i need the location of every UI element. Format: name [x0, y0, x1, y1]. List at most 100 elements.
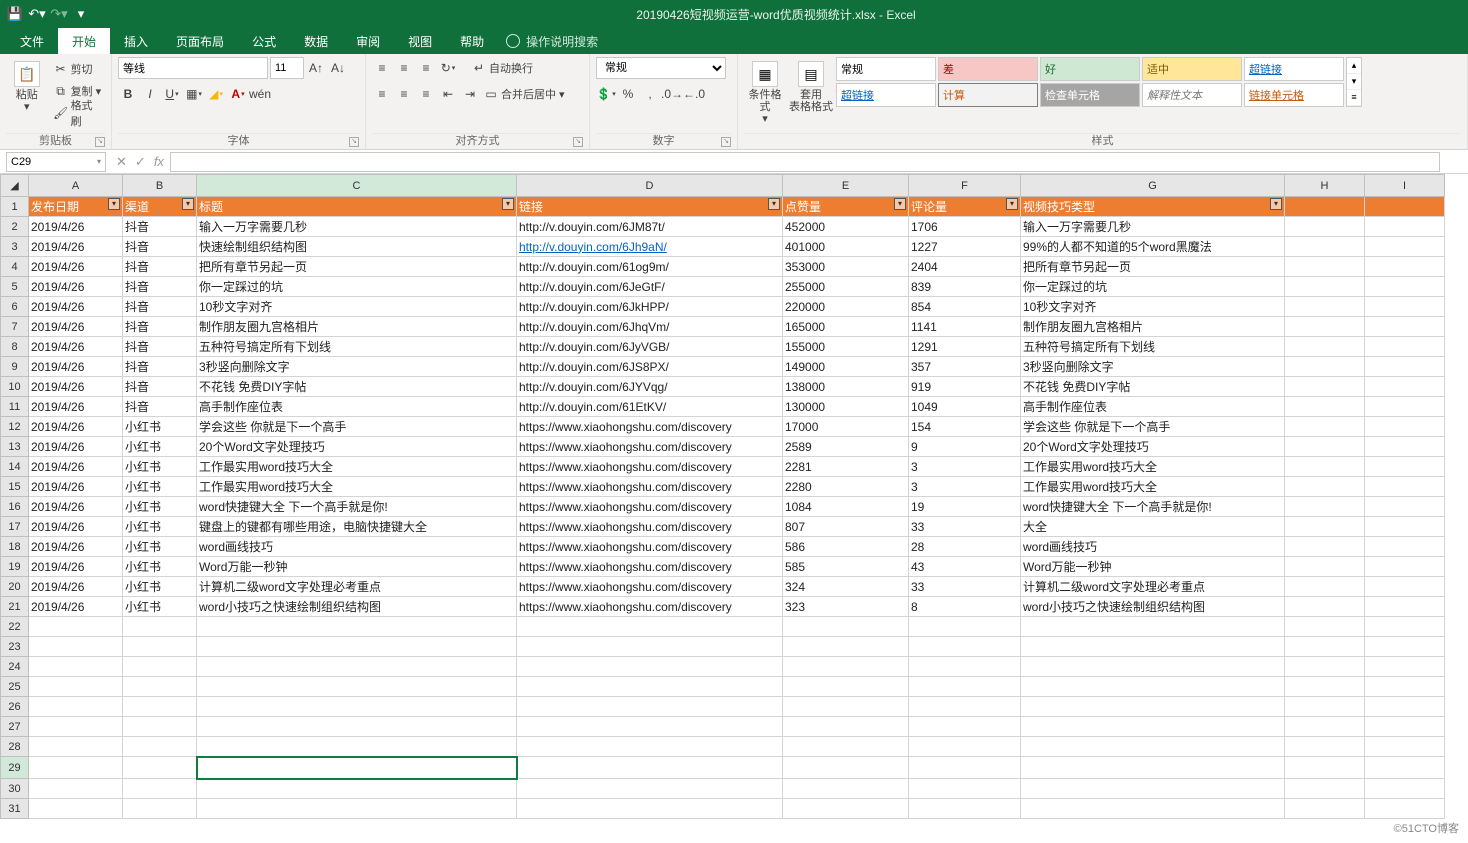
accounting-format-icon[interactable]: 💲	[596, 84, 616, 104]
empty-cell[interactable]	[29, 677, 123, 697]
empty-cell[interactable]	[1285, 677, 1365, 697]
data-cell[interactable]: 155000	[783, 337, 909, 357]
empty-cell[interactable]	[909, 779, 1021, 799]
row-header-13[interactable]: 13	[1, 437, 29, 457]
data-cell[interactable]: 计算机二级word文字处理必考重点	[197, 577, 517, 597]
data-cell[interactable]: 工作最实用word技巧大全	[1021, 477, 1285, 497]
filter-icon[interactable]: ▾	[502, 198, 514, 210]
style-hyperlink[interactable]: 超链接	[836, 83, 936, 107]
data-cell[interactable]: 1706	[909, 217, 1021, 237]
data-cell[interactable]	[1365, 317, 1445, 337]
empty-cell[interactable]	[29, 779, 123, 799]
data-cell[interactable]: 2019/4/26	[29, 457, 123, 477]
empty-cell[interactable]	[517, 617, 783, 637]
row-header-10[interactable]: 10	[1, 377, 29, 397]
row-header-24[interactable]: 24	[1, 657, 29, 677]
style-explanatory[interactable]: 解释性文本	[1142, 83, 1242, 107]
empty-cell[interactable]	[197, 677, 517, 697]
data-cell[interactable]	[1285, 517, 1365, 537]
data-cell[interactable]: Word万能一秒钟	[197, 557, 517, 577]
data-cell[interactable]: 353000	[783, 257, 909, 277]
data-cell[interactable]	[1365, 437, 1445, 457]
data-cell[interactable]: 高手制作座位表	[1021, 397, 1285, 417]
row-header-22[interactable]: 22	[1, 617, 29, 637]
row-header-28[interactable]: 28	[1, 737, 29, 757]
font-name-select[interactable]	[118, 57, 268, 79]
empty-cell[interactable]	[783, 799, 909, 819]
empty-cell[interactable]	[1021, 677, 1285, 697]
col-header-E[interactable]: E	[783, 175, 909, 197]
data-cell[interactable]	[1285, 597, 1365, 617]
data-cell[interactable]: https://www.xiaohongshu.com/discovery	[517, 477, 783, 497]
style-neutral[interactable]: 适中	[1142, 57, 1242, 81]
data-cell[interactable]: 2019/4/26	[29, 557, 123, 577]
data-cell[interactable]	[1285, 337, 1365, 357]
row-header-11[interactable]: 11	[1, 397, 29, 417]
data-cell[interactable]: 抖音	[123, 397, 197, 417]
data-cell[interactable]: 807	[783, 517, 909, 537]
data-cell[interactable]	[1365, 557, 1445, 577]
row-header-2[interactable]: 2	[1, 217, 29, 237]
data-cell[interactable]: 99%的人都不知道的5个word黑魔法	[1021, 237, 1285, 257]
data-cell[interactable]: 工作最实用word技巧大全	[1021, 457, 1285, 477]
data-cell[interactable]: Word万能一秒钟	[1021, 557, 1285, 577]
data-cell[interactable]	[1365, 497, 1445, 517]
worksheet-grid[interactable]: ◢ABCDEFGHI1发布日期▾渠道▾标题▾链接▾点赞量▾评论量▾视频技巧类型▾…	[0, 174, 1468, 843]
empty-cell[interactable]	[123, 799, 197, 819]
phonetic-button[interactable]: wén	[250, 84, 270, 104]
empty-cell[interactable]	[909, 757, 1021, 779]
header-cell[interactable]	[1285, 197, 1365, 217]
save-icon[interactable]: 💾	[6, 5, 24, 23]
data-cell[interactable]: 255000	[783, 277, 909, 297]
data-cell[interactable]: 2589	[783, 437, 909, 457]
empty-cell[interactable]	[123, 717, 197, 737]
data-cell[interactable]: https://www.xiaohongshu.com/discovery	[517, 457, 783, 477]
empty-cell[interactable]	[197, 757, 517, 779]
decrease-indent-icon[interactable]: ⇤	[438, 84, 458, 104]
data-cell[interactable]: 把所有章节另起一页	[197, 257, 517, 277]
col-header-C[interactable]: C	[197, 175, 517, 197]
font-launcher[interactable]: ↘	[349, 137, 359, 147]
row-header-12[interactable]: 12	[1, 417, 29, 437]
data-cell[interactable]: word画线技巧	[197, 537, 517, 557]
select-all[interactable]: ◢	[1, 175, 29, 197]
empty-cell[interactable]	[1021, 657, 1285, 677]
style-good[interactable]: 好	[1040, 57, 1140, 81]
data-cell[interactable]: 586	[783, 537, 909, 557]
empty-cell[interactable]	[123, 657, 197, 677]
empty-cell[interactable]	[29, 737, 123, 757]
data-cell[interactable]: 43	[909, 557, 1021, 577]
empty-cell[interactable]	[1285, 697, 1365, 717]
data-cell[interactable]: 快速绘制组织结构图	[197, 237, 517, 257]
empty-cell[interactable]	[29, 637, 123, 657]
data-cell[interactable]	[1285, 537, 1365, 557]
empty-cell[interactable]	[197, 617, 517, 637]
data-cell[interactable]	[1365, 597, 1445, 617]
row-header-29[interactable]: 29	[1, 757, 29, 779]
data-cell[interactable]	[1285, 257, 1365, 277]
empty-cell[interactable]	[1365, 677, 1445, 697]
border-button[interactable]: ▦	[184, 84, 204, 104]
row-header-30[interactable]: 30	[1, 779, 29, 799]
empty-cell[interactable]	[517, 657, 783, 677]
empty-cell[interactable]	[29, 717, 123, 737]
data-cell[interactable]: 小红书	[123, 477, 197, 497]
data-cell[interactable]: http://v.douyin.com/61og9m/	[517, 257, 783, 277]
data-cell[interactable]: 452000	[783, 217, 909, 237]
empty-cell[interactable]	[197, 637, 517, 657]
empty-cell[interactable]	[1285, 799, 1365, 819]
data-cell[interactable]: 抖音	[123, 237, 197, 257]
underline-button[interactable]: U	[162, 84, 182, 104]
decrease-font-icon[interactable]: A↓	[328, 58, 348, 78]
data-cell[interactable]: http://v.douyin.com/6Jh9aN/	[517, 237, 783, 257]
data-cell[interactable]: 你一定踩过的坑	[1021, 277, 1285, 297]
data-cell[interactable]: 2019/4/26	[29, 597, 123, 617]
data-cell[interactable]: 3	[909, 477, 1021, 497]
data-cell[interactable]: 2281	[783, 457, 909, 477]
tab-home[interactable]: 开始	[58, 28, 110, 54]
tab-file[interactable]: 文件	[6, 28, 58, 54]
data-cell[interactable]: 919	[909, 377, 1021, 397]
empty-cell[interactable]	[517, 697, 783, 717]
data-cell[interactable]: 1049	[909, 397, 1021, 417]
merge-center-button[interactable]: ▭合并后居中 ▾	[482, 84, 567, 104]
